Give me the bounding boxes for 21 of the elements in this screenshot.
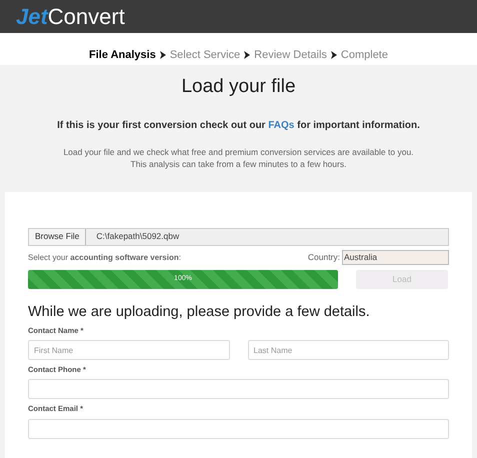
chevron-icon <box>160 51 166 59</box>
details-heading: While we are uploading, please provide a few details. <box>28 302 371 321</box>
chevron-icon <box>330 51 337 59</box>
logo[interactable]: JetConvert <box>16 6 125 28</box>
faqs-link[interactable]: FAQs <box>268 120 294 131</box>
step-label: File Analysis <box>89 48 156 63</box>
text-field[interactable] <box>28 379 449 400</box>
text-field[interactable]: First Name <box>28 340 230 360</box>
text-field[interactable]: Last Name <box>248 340 449 360</box>
intro-text: This analysis can take from a few minutes to a few hours. <box>130 158 346 170</box>
version-prompt: Select your accounting software version: <box>28 252 181 264</box>
step-label: Review Details <box>254 48 327 63</box>
country-field[interactable]: Australia <box>342 250 449 266</box>
page-title: Load your file <box>180 75 297 99</box>
country-label: Country: <box>308 251 340 264</box>
intro-text: Load your file and we check what free and premium conversion services are available to you. <box>63 146 414 158</box>
chevron-icon <box>244 51 250 59</box>
step-label: Complete <box>340 48 388 63</box>
text-field[interactable] <box>28 418 449 439</box>
notice-text: If this is your first conversion check out our FAQs for important information. <box>56 118 421 133</box>
step-label: Select Service <box>170 48 240 63</box>
